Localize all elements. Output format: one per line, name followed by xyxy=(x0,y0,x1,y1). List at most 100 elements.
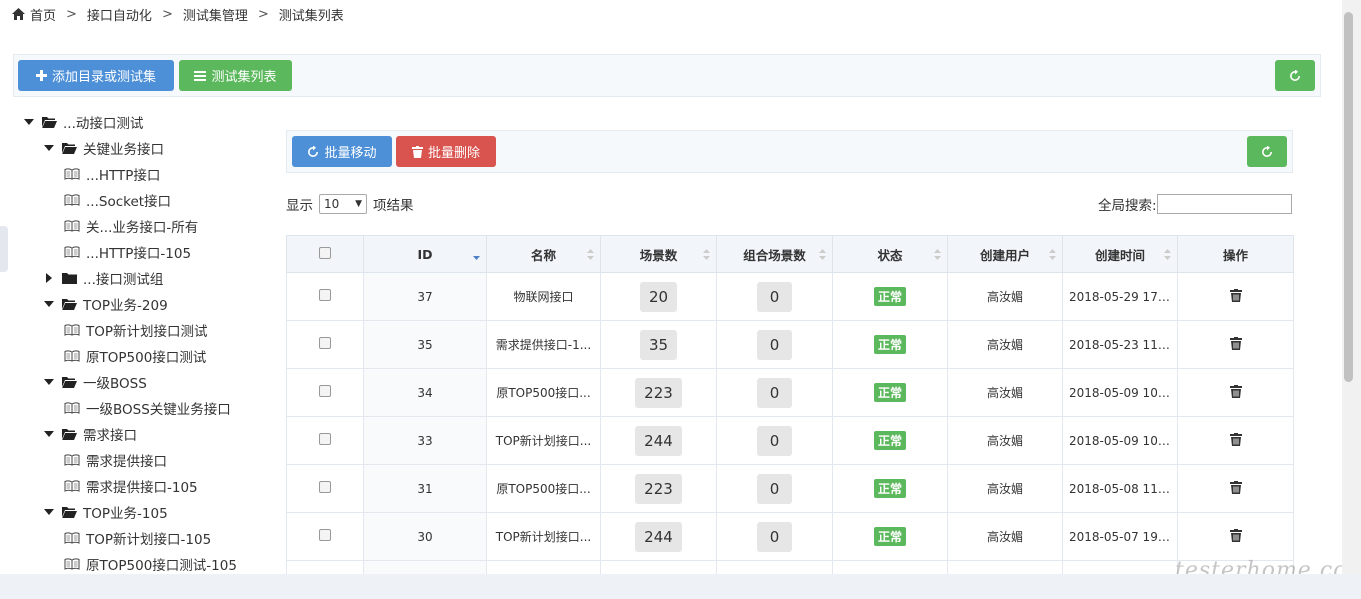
tree-folder-node[interactable]: TOP业务-105 xyxy=(44,500,168,524)
select-all-checkbox[interactable] xyxy=(319,246,331,259)
batch-move-label: 批量移动 xyxy=(324,146,377,161)
caret-down-icon[interactable] xyxy=(44,429,54,439)
tree-leaf-node[interactable]: 原TOP500接口测试 xyxy=(64,344,206,368)
cell-name: 原TOP500接口... xyxy=(486,464,601,513)
cell-scenes: 244 xyxy=(600,512,717,561)
tree-folder-node[interactable]: 需求接口 xyxy=(44,422,137,446)
cell-id: 37 xyxy=(363,272,487,321)
refresh-icon xyxy=(1290,69,1300,81)
select-all-header xyxy=(286,235,364,273)
cell-creator: 高汝媚 xyxy=(947,416,1063,465)
tree-folder-node[interactable]: 关键业务接口 xyxy=(44,136,164,160)
empty-cell xyxy=(716,560,833,574)
caret-down-icon[interactable] xyxy=(44,299,54,309)
tree-leaf-node[interactable]: ...HTTP接口-105 xyxy=(64,240,191,264)
cell-created-time: 2018-05-23 11:... xyxy=(1062,320,1178,369)
cell-created-time: 2018-05-09 10:... xyxy=(1062,416,1178,465)
breadcrumb-home[interactable]: 首页 xyxy=(30,5,56,24)
tree-leaf-node[interactable]: 需求提供接口-105 xyxy=(64,474,198,498)
tree-folder-node[interactable]: ...动接口测试 xyxy=(24,110,143,134)
cell-actions xyxy=(1177,320,1294,369)
tree-leaf-node[interactable]: 关...业务接口-所有 xyxy=(64,214,198,238)
table-row: 30 TOP新计划接口... 244 0 正常 高汝媚 2018-05-07 19:... xyxy=(286,512,1294,561)
scene-count-badge[interactable]: 244 xyxy=(635,521,682,552)
scrollbar-thumb[interactable] xyxy=(1344,12,1353,382)
table-row-partial xyxy=(286,560,1294,574)
column-header-name[interactable]: 名称 xyxy=(486,235,601,273)
breadcrumb-api-automation[interactable]: 接口自动化 xyxy=(87,5,152,24)
cell-name: 物联网接口 xyxy=(486,272,601,321)
scene-count-badge[interactable]: 244 xyxy=(635,425,682,456)
tree-node-label: 一级BOSS关键业务接口 xyxy=(86,402,231,418)
row-checkbox[interactable] xyxy=(319,385,331,397)
row-checkbox[interactable] xyxy=(319,529,331,541)
search-input[interactable] xyxy=(1156,194,1292,214)
scene-count-badge[interactable]: 223 xyxy=(635,377,682,408)
refresh-icon xyxy=(1262,145,1272,157)
batch-delete-button[interactable]: 批量删除 xyxy=(396,136,496,167)
sidebar-toggle-tab[interactable] xyxy=(0,226,8,272)
caret-down-icon[interactable] xyxy=(24,117,34,127)
batch-move-button[interactable]: 批量移动 xyxy=(292,136,392,167)
caret-down-icon[interactable] xyxy=(44,143,54,153)
table-refresh-button[interactable] xyxy=(1247,136,1287,167)
row-checkbox[interactable] xyxy=(319,481,331,493)
tree-leaf-node[interactable]: ...HTTP接口 xyxy=(64,162,160,186)
trash-icon[interactable] xyxy=(1229,384,1242,398)
column-header-combo-scenes[interactable]: 组合场景数 xyxy=(716,235,833,273)
add-button-label: 添加目录或测试集 xyxy=(51,70,156,85)
row-checkbox[interactable] xyxy=(319,337,331,349)
sort-icon xyxy=(1164,249,1171,260)
combo-scene-count-badge[interactable]: 0 xyxy=(757,473,792,504)
tree-folder-node[interactable]: TOP业务-209 xyxy=(44,292,168,316)
page-length-control: 显示 10 ▼ 项结果 xyxy=(286,194,414,214)
cell-creator: 高汝媚 xyxy=(947,368,1063,417)
trash-icon[interactable] xyxy=(1229,528,1242,542)
scene-count-badge[interactable]: 20 xyxy=(639,281,678,312)
column-header-status[interactable]: 状态 xyxy=(832,235,948,273)
tree-node-label: 原TOP500接口测试-105 xyxy=(86,558,237,574)
combo-scene-count-badge[interactable]: 0 xyxy=(757,281,792,312)
trash-icon[interactable] xyxy=(1229,288,1242,302)
add-directory-or-suite-button[interactable]: 添加目录或测试集 xyxy=(18,60,174,91)
suite-list-button[interactable]: 测试集列表 xyxy=(179,60,292,91)
refresh-button[interactable] xyxy=(1275,60,1315,91)
combo-scene-count-badge[interactable]: 0 xyxy=(757,329,792,360)
tree-leaf-node[interactable]: TOP新计划接口测试 xyxy=(64,318,208,342)
trash-icon[interactable] xyxy=(1229,480,1242,494)
scene-count-badge[interactable]: 35 xyxy=(639,329,678,360)
scene-count-badge[interactable]: 223 xyxy=(635,473,682,504)
row-checkbox[interactable] xyxy=(319,433,331,445)
row-checkbox[interactable] xyxy=(319,289,331,301)
tree-leaf-node[interactable]: TOP新计划接口-105 xyxy=(64,526,211,550)
tree-folder-node[interactable]: ...接口测试组 xyxy=(44,266,163,290)
combo-scene-count-badge[interactable]: 0 xyxy=(757,521,792,552)
row-select-cell xyxy=(286,416,364,465)
caret-right-icon[interactable] xyxy=(44,273,54,283)
breadcrumb-suite-list: 测试集列表 xyxy=(278,8,344,24)
batch-delete-label: 批量删除 xyxy=(427,146,480,161)
column-header-creator[interactable]: 创建用户 xyxy=(947,235,1063,273)
cell-actions xyxy=(1177,368,1294,417)
caret-down-icon[interactable] xyxy=(44,507,54,517)
combo-scene-count-badge[interactable]: 0 xyxy=(757,425,792,456)
page-length-select[interactable]: 10 ▼ xyxy=(319,194,367,214)
tree-folder-node[interactable]: 一级BOSS xyxy=(44,370,147,394)
tree-leaf-node[interactable]: 需求提供接口 xyxy=(64,448,167,472)
status-badge: 正常 xyxy=(873,527,906,546)
breadcrumb-separator: > xyxy=(66,6,77,22)
breadcrumb-suite-management[interactable]: 测试集管理 xyxy=(183,5,248,24)
column-header-id[interactable]: ID xyxy=(363,235,487,273)
combo-scene-count-badge[interactable]: 0 xyxy=(757,377,792,408)
trash-icon[interactable] xyxy=(1229,432,1242,446)
list-icon xyxy=(194,70,207,81)
tree-leaf-node[interactable]: ...Socket接口 xyxy=(64,188,171,212)
column-header-created-time[interactable]: 创建时间 xyxy=(1062,235,1178,273)
column-header-scenes[interactable]: 场景数 xyxy=(600,235,717,273)
tree-leaf-node[interactable]: 一级BOSS关键业务接口 xyxy=(64,396,231,420)
tree-leaf-node[interactable]: 原TOP500接口测试-105 xyxy=(64,552,237,574)
caret-down-icon[interactable] xyxy=(44,377,54,387)
tree-node-label: 需求提供接口-105 xyxy=(86,480,198,496)
trash-icon[interactable] xyxy=(1229,336,1242,350)
trash-icon xyxy=(411,145,423,158)
